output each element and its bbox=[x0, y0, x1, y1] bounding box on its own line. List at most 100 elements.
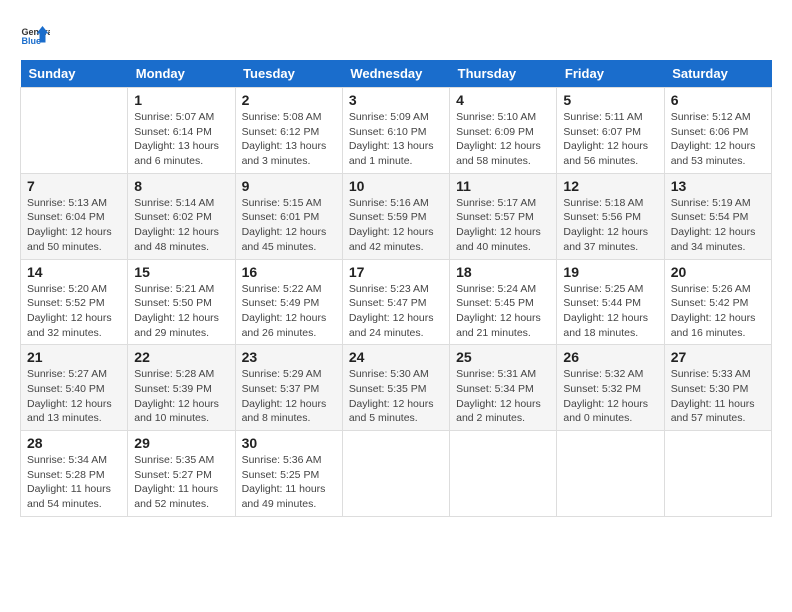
logo: General Blue bbox=[20, 20, 54, 50]
weekday-header: Friday bbox=[557, 60, 664, 88]
day-info: Sunrise: 5:21 AM Sunset: 5:50 PM Dayligh… bbox=[134, 282, 228, 341]
day-number: 4 bbox=[456, 92, 550, 108]
svg-text:Blue: Blue bbox=[22, 36, 42, 46]
day-number: 24 bbox=[349, 349, 443, 365]
day-number: 2 bbox=[242, 92, 336, 108]
day-info: Sunrise: 5:29 AM Sunset: 5:37 PM Dayligh… bbox=[242, 367, 336, 426]
calendar-day-cell: 25Sunrise: 5:31 AM Sunset: 5:34 PM Dayli… bbox=[450, 345, 557, 431]
calendar-day-cell: 3 Sunrise: 5:09 AM Sunset: 6:10 PM Daylig… bbox=[342, 88, 449, 174]
weekday-header: Monday bbox=[128, 60, 235, 88]
day-info: Sunrise: 5:15 AM Sunset: 6:01 PM Dayligh… bbox=[242, 196, 336, 255]
day-info: Sunrise: 5:24 AM Sunset: 5:45 PM Dayligh… bbox=[456, 282, 550, 341]
calendar-day-cell: 11 Sunrise: 5:17 AM Sunset: 5:57 PM Dayli… bbox=[450, 173, 557, 259]
day-number: 9 bbox=[242, 178, 336, 194]
calendar-day-cell: 7 Sunrise: 5:13 AM Sunset: 6:04 PM Daylig… bbox=[21, 173, 128, 259]
calendar-day-cell: 8 Sunrise: 5:14 AM Sunset: 6:02 PM Daylig… bbox=[128, 173, 235, 259]
day-info: Sunrise: 5:14 AM Sunset: 6:02 PM Dayligh… bbox=[134, 196, 228, 255]
day-info: Sunrise: 5:13 AM Sunset: 6:04 PM Dayligh… bbox=[27, 196, 121, 255]
day-number: 22 bbox=[134, 349, 228, 365]
weekday-header: Tuesday bbox=[235, 60, 342, 88]
calendar-day-cell: 6Sunrise: 5:12 AM Sunset: 6:06 PM Daylig… bbox=[664, 88, 771, 174]
day-number: 3 bbox=[349, 92, 443, 108]
header: General Blue bbox=[20, 20, 772, 50]
day-info: Sunrise: 5:28 AM Sunset: 5:39 PM Dayligh… bbox=[134, 367, 228, 426]
day-number: 12 bbox=[563, 178, 657, 194]
day-number: 19 bbox=[563, 264, 657, 280]
calendar-day-cell: 28 Sunrise: 5:34 AM Sunset: 5:28 PM Dayli… bbox=[21, 431, 128, 517]
calendar-day-cell: 5 Sunrise: 5:11 AM Sunset: 6:07 PM Daylig… bbox=[557, 88, 664, 174]
calendar-week-row: 14 Sunrise: 5:20 AM Sunset: 5:52 PM Dayli… bbox=[21, 259, 772, 345]
calendar-day-cell: 17 Sunrise: 5:23 AM Sunset: 5:47 PM Dayli… bbox=[342, 259, 449, 345]
calendar-day-cell bbox=[342, 431, 449, 517]
header-row: SundayMondayTuesdayWednesdayThursdayFrid… bbox=[21, 60, 772, 88]
day-info: Sunrise: 5:11 AM Sunset: 6:07 PM Dayligh… bbox=[563, 110, 657, 169]
day-info: Sunrise: 5:09 AM Sunset: 6:10 PM Dayligh… bbox=[349, 110, 443, 169]
day-number: 17 bbox=[349, 264, 443, 280]
day-info: Sunrise: 5:10 AM Sunset: 6:09 PM Dayligh… bbox=[456, 110, 550, 169]
calendar-day-cell: 18 Sunrise: 5:24 AM Sunset: 5:45 PM Dayli… bbox=[450, 259, 557, 345]
calendar-week-row: 28 Sunrise: 5:34 AM Sunset: 5:28 PM Dayli… bbox=[21, 431, 772, 517]
day-number: 6 bbox=[671, 92, 765, 108]
day-info: Sunrise: 5:30 AM Sunset: 5:35 PM Dayligh… bbox=[349, 367, 443, 426]
calendar-day-cell bbox=[21, 88, 128, 174]
calendar-day-cell: 21 Sunrise: 5:27 AM Sunset: 5:40 PM Dayli… bbox=[21, 345, 128, 431]
day-info: Sunrise: 5:22 AM Sunset: 5:49 PM Dayligh… bbox=[242, 282, 336, 341]
day-info: Sunrise: 5:17 AM Sunset: 5:57 PM Dayligh… bbox=[456, 196, 550, 255]
day-number: 25 bbox=[456, 349, 550, 365]
calendar-day-cell: 9 Sunrise: 5:15 AM Sunset: 6:01 PM Daylig… bbox=[235, 173, 342, 259]
calendar-day-cell: 29Sunrise: 5:35 AM Sunset: 5:27 PM Dayli… bbox=[128, 431, 235, 517]
calendar-day-cell: 27 Sunrise: 5:33 AM Sunset: 5:30 PM Dayli… bbox=[664, 345, 771, 431]
day-info: Sunrise: 5:08 AM Sunset: 6:12 PM Dayligh… bbox=[242, 110, 336, 169]
day-number: 26 bbox=[563, 349, 657, 365]
weekday-header: Sunday bbox=[21, 60, 128, 88]
day-info: Sunrise: 5:32 AM Sunset: 5:32 PM Dayligh… bbox=[563, 367, 657, 426]
day-info: Sunrise: 5:33 AM Sunset: 5:30 PM Dayligh… bbox=[671, 367, 765, 426]
day-number: 13 bbox=[671, 178, 765, 194]
day-info: Sunrise: 5:27 AM Sunset: 5:40 PM Dayligh… bbox=[27, 367, 121, 426]
weekday-header: Wednesday bbox=[342, 60, 449, 88]
day-number: 11 bbox=[456, 178, 550, 194]
calendar-week-row: 21 Sunrise: 5:27 AM Sunset: 5:40 PM Dayli… bbox=[21, 345, 772, 431]
calendar-day-cell: 12 Sunrise: 5:18 AM Sunset: 5:56 PM Dayli… bbox=[557, 173, 664, 259]
day-number: 10 bbox=[349, 178, 443, 194]
weekday-header: Saturday bbox=[664, 60, 771, 88]
day-info: Sunrise: 5:07 AM Sunset: 6:14 PM Dayligh… bbox=[134, 110, 228, 169]
day-info: Sunrise: 5:36 AM Sunset: 5:25 PM Dayligh… bbox=[242, 453, 336, 512]
day-number: 27 bbox=[671, 349, 765, 365]
day-number: 20 bbox=[671, 264, 765, 280]
calendar-day-cell: 4 Sunrise: 5:10 AM Sunset: 6:09 PM Daylig… bbox=[450, 88, 557, 174]
calendar-day-cell: 30 Sunrise: 5:36 AM Sunset: 5:25 PM Dayli… bbox=[235, 431, 342, 517]
day-number: 30 bbox=[242, 435, 336, 451]
calendar-day-cell: 24 Sunrise: 5:30 AM Sunset: 5:35 PM Dayli… bbox=[342, 345, 449, 431]
day-number: 14 bbox=[27, 264, 121, 280]
weekday-header: Thursday bbox=[450, 60, 557, 88]
calendar-day-cell: 20Sunrise: 5:26 AM Sunset: 5:42 PM Dayli… bbox=[664, 259, 771, 345]
day-number: 18 bbox=[456, 264, 550, 280]
calendar-day-cell: 19Sunrise: 5:25 AM Sunset: 5:44 PM Dayli… bbox=[557, 259, 664, 345]
day-number: 21 bbox=[27, 349, 121, 365]
calendar-day-cell: 14 Sunrise: 5:20 AM Sunset: 5:52 PM Dayli… bbox=[21, 259, 128, 345]
calendar-table: SundayMondayTuesdayWednesdayThursdayFrid… bbox=[20, 60, 772, 517]
calendar-day-cell: 15Sunrise: 5:21 AM Sunset: 5:50 PM Dayli… bbox=[128, 259, 235, 345]
day-number: 16 bbox=[242, 264, 336, 280]
day-number: 29 bbox=[134, 435, 228, 451]
day-number: 28 bbox=[27, 435, 121, 451]
day-info: Sunrise: 5:23 AM Sunset: 5:47 PM Dayligh… bbox=[349, 282, 443, 341]
day-number: 23 bbox=[242, 349, 336, 365]
calendar-day-cell: 1Sunrise: 5:07 AM Sunset: 6:14 PM Daylig… bbox=[128, 88, 235, 174]
calendar-day-cell: 16 Sunrise: 5:22 AM Sunset: 5:49 PM Dayli… bbox=[235, 259, 342, 345]
day-number: 7 bbox=[27, 178, 121, 194]
calendar-day-cell bbox=[557, 431, 664, 517]
logo-icon: General Blue bbox=[20, 20, 50, 50]
calendar-week-row: 1Sunrise: 5:07 AM Sunset: 6:14 PM Daylig… bbox=[21, 88, 772, 174]
calendar-day-cell bbox=[450, 431, 557, 517]
day-info: Sunrise: 5:34 AM Sunset: 5:28 PM Dayligh… bbox=[27, 453, 121, 512]
day-info: Sunrise: 5:18 AM Sunset: 5:56 PM Dayligh… bbox=[563, 196, 657, 255]
day-number: 8 bbox=[134, 178, 228, 194]
calendar-day-cell: 23 Sunrise: 5:29 AM Sunset: 5:37 PM Dayli… bbox=[235, 345, 342, 431]
day-number: 5 bbox=[563, 92, 657, 108]
calendar-day-cell: 26 Sunrise: 5:32 AM Sunset: 5:32 PM Dayli… bbox=[557, 345, 664, 431]
calendar-day-cell: 22 Sunrise: 5:28 AM Sunset: 5:39 PM Dayli… bbox=[128, 345, 235, 431]
day-info: Sunrise: 5:19 AM Sunset: 5:54 PM Dayligh… bbox=[671, 196, 765, 255]
day-info: Sunrise: 5:20 AM Sunset: 5:52 PM Dayligh… bbox=[27, 282, 121, 341]
